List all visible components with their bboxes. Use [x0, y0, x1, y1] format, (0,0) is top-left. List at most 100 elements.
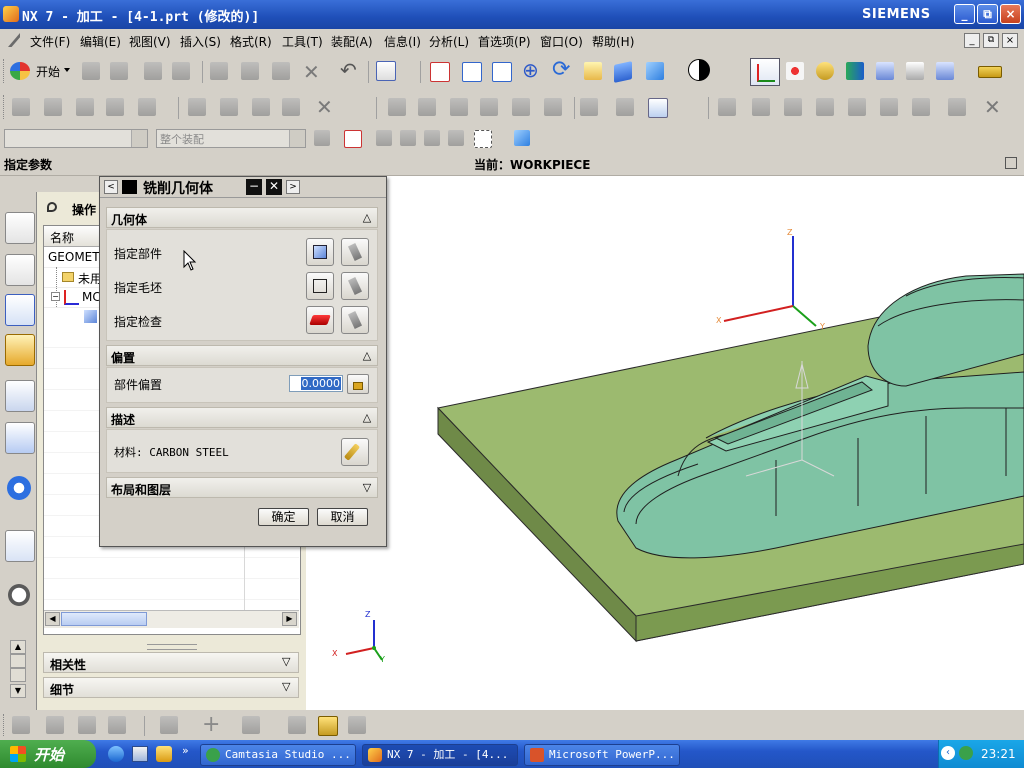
snap-point-icon[interactable] — [786, 62, 804, 80]
replay-icon[interactable] — [220, 98, 238, 116]
offset-section-header[interactable]: 偏置 △ — [106, 345, 378, 366]
status-maximize-icon[interactable] — [1005, 157, 1017, 169]
expand-icon[interactable]: − — [51, 292, 60, 301]
fit-view-icon[interactable] — [430, 62, 450, 82]
measure-icon[interactable] — [978, 66, 1002, 78]
workpiece-icon[interactable] — [512, 98, 530, 116]
lock-button[interactable] — [347, 374, 369, 394]
delete-icon[interactable]: ✕ — [303, 60, 320, 84]
menu-information[interactable]: 信息(I) — [384, 33, 421, 50]
zoom-window-icon[interactable] — [462, 62, 482, 82]
transform-icon[interactable] — [752, 98, 770, 116]
paste-icon[interactable] — [272, 62, 290, 80]
strip-page-up-button[interactable] — [10, 654, 26, 668]
assembly-navigator-tab[interactable] — [5, 212, 35, 244]
strip-scroll-up-button[interactable]: ▲ — [10, 640, 26, 654]
menu-help[interactable]: 帮助(H) — [592, 33, 634, 50]
move-to-layer-icon[interactable] — [348, 716, 366, 734]
analysis-icon[interactable] — [816, 62, 834, 80]
operation-navigator-tab[interactable] — [5, 294, 35, 326]
cancel-button[interactable]: 取消 — [317, 508, 368, 526]
history-tab[interactable] — [8, 584, 30, 606]
suppress-icon[interactable] — [78, 716, 96, 734]
select-check-button[interactable] — [306, 306, 334, 334]
geometry-view-icon[interactable] — [450, 98, 468, 116]
boundary-icon[interactable] — [848, 98, 866, 116]
menu-insert[interactable]: 插入(S) — [180, 33, 221, 50]
strip-page-down-button[interactable] — [10, 668, 26, 682]
minimize-button[interactable]: _ — [954, 4, 975, 24]
geometry-section-header[interactable]: 几何体 △ — [106, 207, 378, 228]
collapse-left-icon[interactable]: < — [104, 180, 118, 194]
point-icon[interactable] — [816, 98, 834, 116]
panel-splitter[interactable] — [147, 644, 197, 650]
perspective-icon[interactable] — [614, 61, 632, 83]
edit-material-button[interactable] — [341, 438, 369, 466]
select-icon[interactable] — [906, 62, 924, 80]
pan-icon[interactable] — [584, 62, 602, 80]
edit-object-icon[interactable] — [718, 98, 736, 116]
tray-network-icon[interactable] — [959, 746, 973, 760]
copy-icon[interactable] — [241, 62, 259, 80]
select-body-icon[interactable] — [514, 130, 530, 146]
part-offset-input[interactable]: 0.0000 — [289, 375, 343, 392]
quick-launch-icon[interactable] — [156, 746, 172, 762]
datum-plane-icon[interactable]: + — [202, 712, 220, 737]
menu-file[interactable]: 文件(F) — [30, 33, 70, 50]
strip-scroll-down-button[interactable]: ▼ — [10, 684, 26, 698]
display-check-button[interactable] — [341, 306, 369, 334]
scroll-left-button[interactable]: ◀ — [45, 612, 60, 626]
graphics-window[interactable]: Z X Y Z X Y — [306, 176, 1024, 710]
display-blank-button[interactable] — [341, 272, 369, 300]
filter-reset-icon[interactable] — [314, 130, 330, 146]
hide-icon[interactable] — [948, 98, 966, 116]
selection-scope-dropdown[interactable]: 整个装配 — [156, 129, 306, 148]
menu-preferences[interactable]: 首选项(P) — [478, 33, 531, 50]
dependencies-section[interactable]: 相关性 ▽ — [43, 652, 299, 673]
create-operation-icon[interactable] — [138, 98, 156, 116]
chevron-down-icon[interactable]: ▽ — [359, 480, 375, 495]
show-desktop-icon[interactable] — [132, 746, 148, 762]
program-view-icon[interactable] — [388, 98, 406, 116]
menu-format[interactable]: 格式(R) — [230, 33, 272, 50]
machine-tool-icon[interactable] — [616, 98, 634, 116]
shading-icon[interactable] — [688, 59, 710, 81]
datum-axis-icon[interactable] — [242, 716, 260, 734]
undo-icon[interactable]: ↶ — [340, 58, 357, 82]
task-camtasia[interactable]: Camtasia Studio ... — [200, 744, 356, 766]
wcs-display-button[interactable] — [750, 58, 780, 86]
postprocess-icon[interactable] — [936, 62, 954, 80]
pin-icon[interactable] — [47, 202, 57, 212]
type-filter-dropdown[interactable] — [4, 129, 148, 148]
task-nx[interactable]: NX 7 - 加工 - [4... — [362, 744, 518, 766]
save-icon[interactable] — [144, 62, 162, 80]
menu-window[interactable]: 窗口(O) — [540, 33, 583, 50]
layer-settings-icon[interactable] — [318, 716, 338, 736]
delete-path-icon[interactable]: ✕ — [984, 95, 1001, 119]
description-section-header[interactable]: 描述 △ — [106, 407, 378, 428]
tool-view-icon[interactable] — [418, 98, 436, 116]
generate-icon[interactable] — [188, 98, 206, 116]
cut-icon[interactable] — [210, 62, 228, 80]
list-path-icon[interactable] — [252, 98, 270, 116]
dialog-minimize-button[interactable]: − — [246, 179, 262, 195]
horizontal-scrollbar[interactable]: ◀ ▶ — [44, 610, 299, 628]
snap-toggle-icon[interactable] — [344, 130, 362, 148]
start-menu-button[interactable]: 开始 — [10, 60, 72, 82]
sketch-icon[interactable] — [160, 716, 178, 734]
tray-expand-icon[interactable]: ‹ — [941, 746, 955, 760]
select-part-button[interactable] — [306, 238, 334, 266]
chevron-up-icon[interactable]: △ — [359, 348, 375, 363]
feature-playback-icon[interactable] — [108, 716, 126, 734]
create-program-icon[interactable] — [12, 98, 30, 116]
create-geometry-icon[interactable] — [76, 98, 94, 116]
display-part-button[interactable] — [341, 238, 369, 266]
os-start-button[interactable]: 开始 — [0, 740, 96, 768]
print-icon[interactable] — [172, 62, 190, 80]
verify-path-icon[interactable] — [876, 62, 894, 80]
mdi-minimize-button[interactable]: _ — [964, 33, 980, 48]
menu-assemblies[interactable]: 装配(A) — [331, 33, 373, 50]
quick-launch-more-icon[interactable]: » — [182, 744, 189, 757]
hd3d-tools-tab[interactable] — [5, 422, 35, 454]
output-cls-icon[interactable]: ✕ — [316, 95, 333, 119]
